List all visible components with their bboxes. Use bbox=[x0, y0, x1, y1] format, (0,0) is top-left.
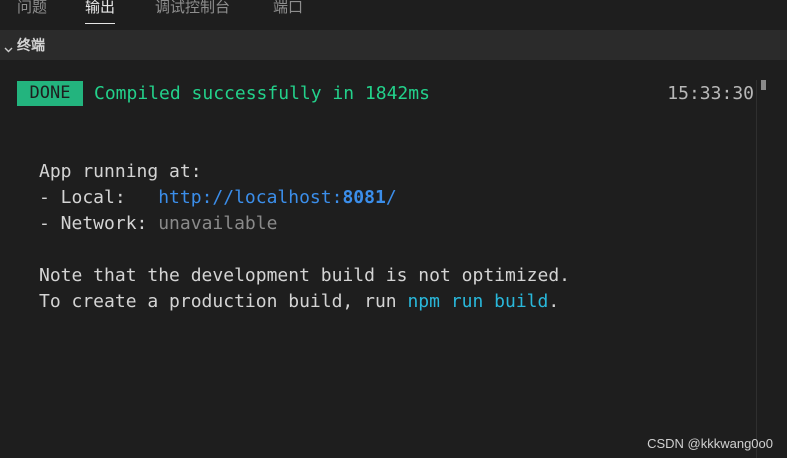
local-url-host: http://localhost: bbox=[158, 187, 343, 208]
note-line: Note that the development build is not o… bbox=[39, 265, 571, 286]
terminal-output[interactable]: DONE Compiled successfully in 1842ms 15:… bbox=[0, 60, 787, 458]
build-command: npm run build bbox=[407, 291, 549, 312]
local-url-slash: / bbox=[385, 187, 397, 208]
tab-problems-label: 问题 bbox=[17, 0, 48, 16]
network-prefix: - Network: bbox=[39, 213, 159, 234]
build-suffix: . bbox=[548, 291, 560, 312]
build-line: To create a production build, run npm ru… bbox=[39, 289, 559, 315]
terminal-section-header[interactable]: 终端 bbox=[0, 30, 787, 60]
tab-ports[interactable]: 端口 bbox=[273, 0, 303, 20]
tab-ports-label: 端口 bbox=[273, 0, 304, 16]
chevron-down-icon bbox=[3, 40, 14, 52]
local-url-link[interactable]: http://localhost:8081/ bbox=[158, 187, 396, 208]
build-prefix: To create a production build, run bbox=[39, 291, 408, 312]
local-line: - Local: http://localhost:8081/ bbox=[39, 185, 397, 211]
network-line: - Network: unavailable bbox=[39, 211, 277, 237]
tab-problems[interactable]: 问题 bbox=[17, 0, 47, 20]
terminal-scrollbar[interactable] bbox=[756, 80, 766, 458]
local-prefix: - Local: bbox=[39, 187, 159, 208]
tab-output-label: 输出 bbox=[85, 0, 116, 16]
panel-tab-bar: 问题 输出 调试控制台 端口 bbox=[0, 0, 787, 28]
compiled-message: Compiled successfully in 1842ms bbox=[94, 83, 430, 104]
watermark: CSDN @kkkwang0o0 bbox=[647, 436, 773, 451]
tab-output[interactable]: 输出 bbox=[85, 0, 116, 24]
done-badge: DONE bbox=[17, 81, 83, 106]
tab-debug-console[interactable]: 调试控制台 bbox=[155, 0, 230, 20]
app-running-line: App running at: bbox=[39, 161, 202, 182]
tab-debug-console-label: 调试控制台 bbox=[155, 0, 231, 16]
network-value: unavailable bbox=[158, 213, 278, 234]
scrollbar-thumb[interactable] bbox=[761, 80, 766, 90]
local-url-port: 8081 bbox=[342, 187, 386, 208]
active-tab-indicator bbox=[85, 23, 116, 24]
timestamp: 15:33:30 bbox=[667, 83, 754, 104]
section-title: 终端 bbox=[17, 38, 45, 54]
